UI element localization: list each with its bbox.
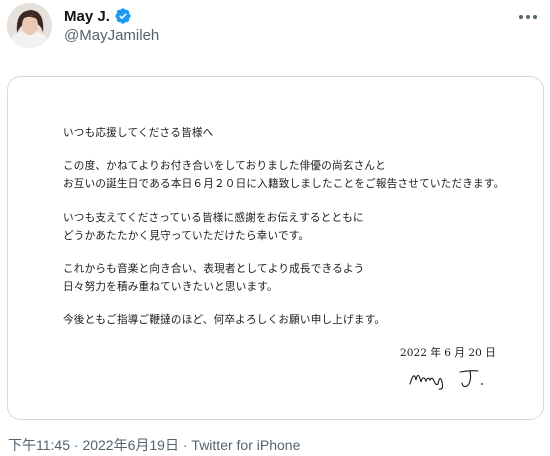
- more-options-button[interactable]: [514, 6, 542, 28]
- letter-date: 2022 年 6 月 20 日: [400, 347, 496, 359]
- attached-image[interactable]: いつも応援してくださる皆様へ この度、かねてよりお付き合いをしておりました俳優の…: [7, 76, 544, 420]
- letter-spacer: [63, 296, 504, 311]
- letter-line: これからも音楽と向き合い、表現者としてより成長できるよう: [63, 263, 365, 276]
- letter-line: 今後ともご指導ご鞭撻のほど、何卒よろしくお願い申し上げます。: [63, 314, 386, 327]
- meta-separator: ·: [178, 437, 192, 453]
- letter-line: いつも応援してくださる皆様へ: [63, 127, 214, 139]
- letter-spacer: [63, 142, 504, 157]
- letter-spacer: [63, 245, 504, 260]
- handwritten-signature: [409, 370, 483, 390]
- letter-text: いつも応援してくださる皆様へ この度、かねてよりお付き合いをしておりました俳優の…: [63, 124, 504, 330]
- more-dot: [519, 15, 523, 19]
- more-dot: [533, 15, 537, 19]
- verified-badge-icon: [115, 8, 131, 24]
- avatar[interactable]: [7, 3, 52, 48]
- author-handle[interactable]: @MayJamileh: [64, 27, 159, 44]
- author-name[interactable]: May J.: [64, 7, 132, 25]
- tweet-date[interactable]: 2022年6月19日: [82, 437, 179, 453]
- display-name-text: May J.: [64, 7, 110, 25]
- letter-spacer: [63, 194, 504, 209]
- tweet-source[interactable]: Twitter for iPhone: [191, 437, 300, 453]
- letter-line: 日々努力を積み重ねていきたいと思います。: [63, 281, 278, 294]
- tweet-metadata: 下午11:45 · 2022年6月19日 · Twitter for iPhon…: [8, 435, 300, 455]
- letter-line: この度、かねてよりお付き合いをしておりました俳優の尚玄さんと: [63, 160, 386, 173]
- more-dot: [526, 15, 530, 19]
- meta-separator: ·: [70, 437, 83, 453]
- letter-line: いつも支えてくださっている皆様に感謝をお伝えするとともに: [63, 211, 364, 224]
- tweet-time[interactable]: 下午11:45: [8, 437, 70, 453]
- letter-line: どうかあたたかく見守っていただけたら幸いです。: [63, 229, 310, 242]
- avatar-image: [7, 3, 52, 48]
- letter-line: お互いの誕生日である本日６月２０日に入籍致しましたことをご報告させていただきます…: [63, 178, 505, 191]
